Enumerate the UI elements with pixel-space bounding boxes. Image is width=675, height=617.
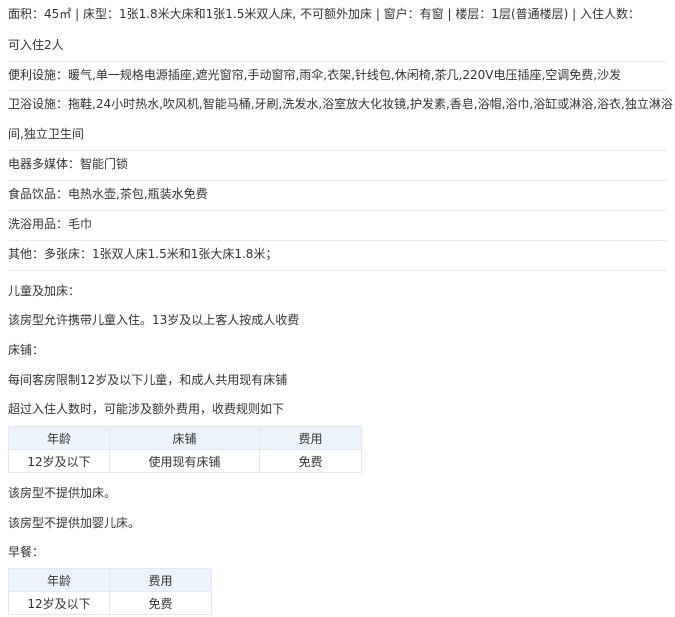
divider: [8, 210, 667, 211]
children-allowed-text: 该房型允许携带儿童入住。13岁及以上客人按成人收费: [8, 313, 300, 327]
fee-cell: 免费: [259, 449, 362, 473]
bathroom-facilities: 卫浴设施：拖鞋,24小时热水,吹风机,智能马桶,牙刷,洗发水,浴室放大化妆镜,护…: [8, 97, 673, 111]
divider: [8, 150, 667, 151]
bed-rule-text: 每间客房限制12岁及以下儿童，和成人共用现有床铺: [8, 373, 288, 387]
divider: [8, 240, 667, 241]
column-header-bed: 床铺: [109, 426, 260, 450]
table-row: 12岁及以下 免费: [8, 591, 212, 615]
breakfast-fee-table: 年龄 费用 12岁及以下 免费: [8, 568, 212, 615]
bed-heading: 床铺：: [8, 343, 45, 357]
extra-fee-note: 超过入住人数时，可能涉及额外费用，收费规则如下: [8, 402, 285, 416]
room-details-panel: 面积：45㎡ | 床型：1张1.8米大床和1张1.5米双人床, 不可额外加床 |…: [0, 0, 675, 617]
toiletries: 洗浴用品：毛巾: [8, 217, 93, 231]
column-header-fee: 费用: [109, 568, 212, 592]
bed-cell: 使用现有床铺: [109, 449, 260, 473]
column-header-age: 年龄: [8, 568, 110, 592]
divider: [8, 180, 667, 181]
children-bed-fee-table: 年龄 床铺 费用 12岁及以下 使用现有床铺 免费: [8, 426, 362, 473]
convenience-facilities: 便利设施：暖气,单一规格电源插座,遮光窗帘,手动窗帘,雨伞,衣架,针线包,休闲椅…: [8, 68, 622, 82]
other-info: 其他：多张床：1张双人床1.5米和1张大床1.8米；: [8, 247, 278, 261]
table-row: 12岁及以下 使用现有床铺 免费: [8, 449, 362, 473]
no-crib-text: 该房型不提供加婴儿床。: [8, 516, 141, 530]
food-drink: 食品饮品：电热水壶,茶包,瓶装水免费: [8, 187, 208, 201]
fee-cell: 免费: [109, 591, 212, 615]
table-header-row: 年龄 床铺 费用: [8, 426, 362, 450]
divider: [8, 90, 667, 91]
room-capacity: 可入住2人: [8, 38, 64, 52]
room-info-line: 面积：45㎡ | 床型：1张1.8米大床和1张1.5米双人床, 不可额外加床 |…: [8, 7, 641, 21]
column-header-age: 年龄: [8, 426, 110, 450]
electronics: 电器多媒体：智能门锁: [8, 157, 129, 171]
column-header-fee: 费用: [259, 426, 362, 450]
age-cell: 12岁及以下: [8, 591, 110, 615]
children-heading: 儿童及加床：: [8, 284, 81, 298]
age-cell: 12岁及以下: [8, 449, 110, 473]
divider: [8, 270, 667, 271]
no-extra-bed-text: 该房型不提供加床。: [8, 486, 117, 500]
divider: [8, 61, 667, 62]
table-header-row: 年龄 费用: [8, 568, 212, 592]
bathroom-facilities-cont: 间,独立卫生间: [8, 127, 84, 141]
breakfast-heading: 早餐：: [8, 545, 45, 559]
